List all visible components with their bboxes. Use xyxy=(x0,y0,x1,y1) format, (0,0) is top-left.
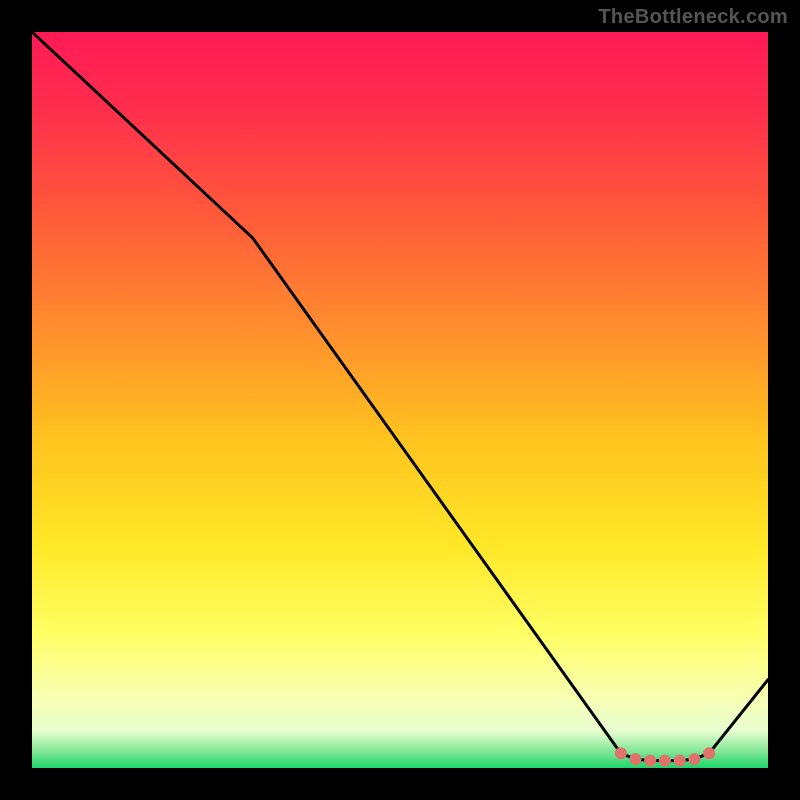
curve-marker xyxy=(703,747,715,759)
curve-marker xyxy=(659,755,671,767)
curve-marker xyxy=(644,755,656,767)
curve-marker xyxy=(674,755,686,767)
plot-area xyxy=(32,32,768,768)
curve-marker xyxy=(630,753,642,765)
curve-marker xyxy=(688,753,700,765)
chart-svg xyxy=(32,32,768,768)
watermark-label: TheBottleneck.com xyxy=(598,6,788,29)
gradient-background xyxy=(32,32,768,768)
chart-frame: TheBottleneck.com xyxy=(0,0,800,800)
curve-marker xyxy=(615,747,627,759)
